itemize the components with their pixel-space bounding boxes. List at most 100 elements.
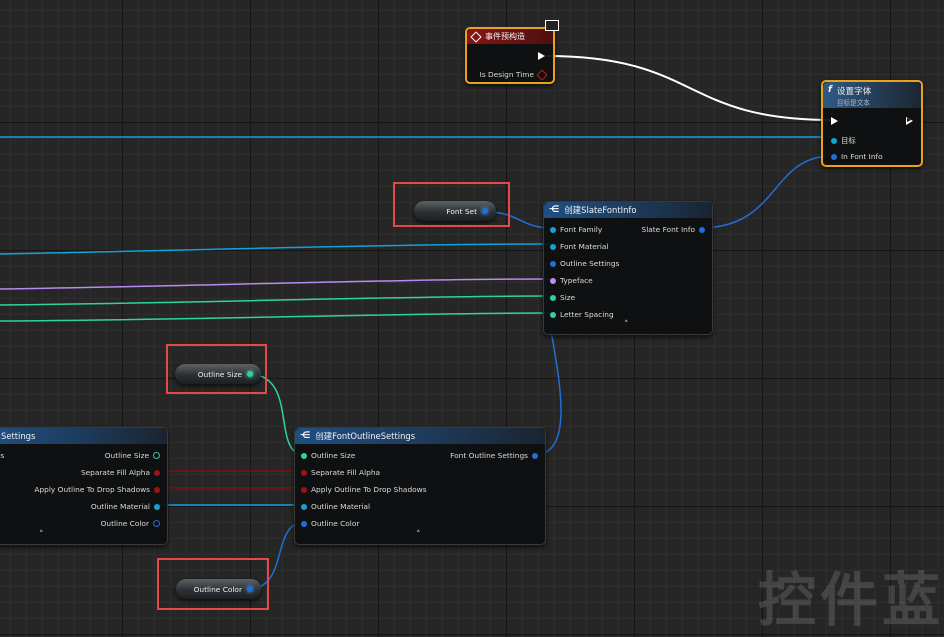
target-pin-row[interactable]: 目标 xyxy=(831,135,856,146)
object-pin[interactable] xyxy=(301,503,307,510)
break-separate-fill-alpha-pin-row[interactable]: Separate Fill Alpha xyxy=(81,468,160,477)
struct-pin[interactable] xyxy=(301,520,307,527)
event-node-title: 事件预构造 xyxy=(485,32,525,41)
float-pin[interactable] xyxy=(550,294,556,301)
slate-font-info-pin-row[interactable]: Slate Font Info xyxy=(641,225,705,234)
wire-size xyxy=(0,295,553,306)
wire-font-material xyxy=(0,243,553,255)
object-pin[interactable] xyxy=(831,137,837,144)
break-input-label: ngs xyxy=(0,451,5,460)
break-separate-fill-alpha-label: Separate Fill Alpha xyxy=(80,468,150,477)
font-family-pin-row[interactable]: Font Family xyxy=(550,225,602,234)
event-preconstruct-node[interactable]: 事件预构造 Is Design Time xyxy=(465,27,555,84)
outline-material-pin-row[interactable]: Outline Material xyxy=(301,502,370,511)
typeface-label: Typeface xyxy=(560,276,593,285)
struct-pin[interactable] xyxy=(153,520,160,527)
break-font-outline-settings-node[interactable]: Settings ngs Outline Size Separate Fill … xyxy=(0,427,168,545)
exec-out-pin[interactable] xyxy=(538,52,545,60)
font-family-label: Font Family xyxy=(560,225,603,234)
wire-slate-font-info xyxy=(699,155,833,229)
make-slate-font-header: ⋲ 创建SlateFontInfo xyxy=(544,202,712,218)
struct-pin[interactable] xyxy=(532,452,538,459)
object-pin[interactable] xyxy=(154,503,160,510)
set-font-title: 设置字体 xyxy=(836,87,872,97)
object-pin[interactable] xyxy=(550,226,556,233)
apply-outline-label: Apply Outline To Drop Shadows xyxy=(311,485,427,494)
break-outline-material-label: Outline Material xyxy=(90,502,150,511)
bool-pin[interactable] xyxy=(154,469,160,476)
letter-spacing-label: Letter Spacing xyxy=(560,310,614,319)
break-outline-title: Settings xyxy=(1,431,36,441)
typeface-pin-row[interactable]: Typeface xyxy=(550,276,593,285)
outline-size-label: Outline Size xyxy=(311,451,356,460)
make-font-outline-settings-node[interactable]: ⋲ 创建FontOutlineSettings Outline Size Sep… xyxy=(294,427,546,545)
make-slate-font-title: 创建SlateFontInfo xyxy=(564,205,637,215)
target-label: 目标 xyxy=(841,136,856,145)
set-font-header: f 设置字体 目标是文本 xyxy=(823,82,921,108)
collapse-chevron-icon[interactable]: ˄ xyxy=(39,530,44,540)
exec-in-pin[interactable] xyxy=(831,117,838,125)
watermark: 控件蓝 xyxy=(757,566,944,634)
in-font-info-label: In Font Info xyxy=(841,152,883,161)
collapse-chevron-icon[interactable]: ˄ xyxy=(416,530,421,540)
break-apply-outline-pin-row[interactable]: Apply Outline To Drop Shadows xyxy=(34,485,160,494)
highlight-box-font-set xyxy=(393,182,510,227)
break-outline-material-pin-row[interactable]: Outline Material xyxy=(91,502,160,511)
outline-color-label: Outline Color xyxy=(311,519,360,528)
bool-pin[interactable] xyxy=(536,68,548,81)
size-pin-row[interactable]: Size xyxy=(550,293,575,302)
apply-outline-pin-row[interactable]: Apply Outline To Drop Shadows xyxy=(301,485,427,494)
name-pin[interactable] xyxy=(550,277,556,284)
break-outline-color-pin-row[interactable]: Outline Color xyxy=(101,519,160,528)
object-pin[interactable] xyxy=(550,243,556,250)
struct-pin[interactable] xyxy=(550,260,556,267)
float-pin[interactable] xyxy=(301,452,307,459)
event-node-header: 事件预构造 xyxy=(467,29,553,44)
make-outline-title: 创建FontOutlineSettings xyxy=(315,431,416,441)
outline-settings-pin-row[interactable]: Outline Settings xyxy=(550,259,619,268)
break-outline-color-label: Outline Color xyxy=(100,519,149,528)
outline-color-pin-row[interactable]: Outline Color xyxy=(301,519,359,528)
outline-size-pin-row[interactable]: Outline Size xyxy=(301,451,355,460)
float-pin[interactable] xyxy=(550,311,556,318)
separate-fill-alpha-label: Separate Fill Alpha xyxy=(311,468,381,477)
font-outline-settings-label: Font Outline Settings xyxy=(450,451,528,460)
outline-settings-label: Outline Settings xyxy=(560,259,620,268)
break-outline-size-label: Outline Size xyxy=(104,451,149,460)
font-material-label: Font Material xyxy=(560,242,609,251)
set-font-node[interactable]: f 设置字体 目标是文本 目标 In Font Info xyxy=(821,80,923,167)
highlight-box-outline-size xyxy=(166,344,267,394)
in-font-info-pin-row[interactable]: In Font Info xyxy=(831,152,883,161)
break-outline-header: Settings xyxy=(0,428,167,444)
make-slate-font-info-node[interactable]: ⋲ 创建SlateFontInfo Font Family Font Mater… xyxy=(543,201,713,335)
font-outline-settings-pin-row[interactable]: Font Outline Settings xyxy=(450,451,538,460)
make-outline-header: ⋲ 创建FontOutlineSettings xyxy=(295,428,545,444)
collapse-chevron-icon[interactable]: ˄ xyxy=(624,320,629,330)
wire-letter-spacing xyxy=(0,312,553,322)
size-label: Size xyxy=(560,293,576,302)
letter-spacing-pin-row[interactable]: Letter Spacing xyxy=(550,310,614,319)
is-design-time-label: Is Design Time xyxy=(479,70,534,79)
break-input-pin-row[interactable]: ngs xyxy=(0,451,4,460)
struct-pin[interactable] xyxy=(699,226,705,233)
separate-fill-alpha-pin-row[interactable]: Separate Fill Alpha xyxy=(301,468,380,477)
outline-material-label: Outline Material xyxy=(311,502,371,511)
break-apply-outline-label: Apply Outline To Drop Shadows xyxy=(34,485,150,494)
break-outline-size-pin-row[interactable]: Outline Size xyxy=(105,451,160,460)
make-struct-icon: ⋲ xyxy=(300,431,311,441)
bool-pin[interactable] xyxy=(301,469,307,476)
wire-typeface xyxy=(0,278,553,290)
bool-pin[interactable] xyxy=(154,486,160,493)
exec-wire xyxy=(545,55,833,121)
function-icon: f xyxy=(828,85,832,95)
event-diamond-icon xyxy=(470,30,482,43)
exec-out-pin[interactable] xyxy=(906,117,913,125)
font-material-pin-row[interactable]: Font Material xyxy=(550,242,608,251)
set-font-subtitle: 目标是文本 xyxy=(836,99,870,107)
float-pin[interactable] xyxy=(153,452,160,459)
is-design-time-pin-row[interactable]: Is Design Time xyxy=(479,68,548,81)
bool-pin[interactable] xyxy=(301,486,307,493)
struct-pin[interactable] xyxy=(831,153,837,160)
slate-font-info-label: Slate Font Info xyxy=(641,225,696,234)
highlight-box-outline-color xyxy=(157,558,269,610)
